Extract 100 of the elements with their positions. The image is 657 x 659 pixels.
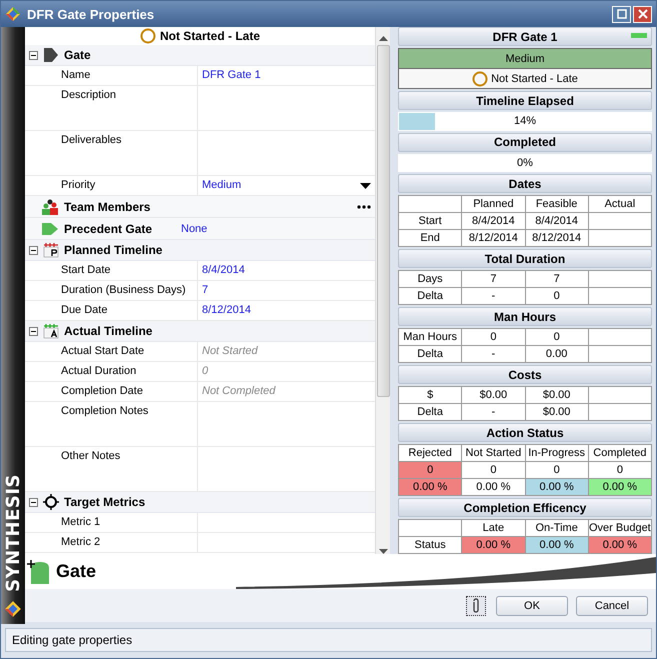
column-header: In-Progress bbox=[525, 444, 588, 462]
table-cell bbox=[588, 386, 652, 404]
category-label: Target Metrics bbox=[64, 495, 146, 509]
property-label: Completion Date bbox=[25, 382, 198, 401]
table-cell: 0.00 % bbox=[462, 536, 525, 554]
table-cell: $0.00 bbox=[525, 404, 588, 420]
table-cell: 0.00 % bbox=[398, 478, 462, 496]
column-header: Actual bbox=[588, 196, 652, 212]
table-cell: Man Hours bbox=[398, 328, 462, 346]
property-value-field[interactable]: Not Completed bbox=[198, 382, 375, 401]
category-label: Gate bbox=[64, 48, 91, 62]
column-header: Feasible bbox=[525, 196, 588, 212]
dialog-button[interactable]: OK bbox=[496, 596, 568, 616]
column-header: Rejected bbox=[398, 444, 462, 462]
section-title: Dates bbox=[508, 176, 542, 190]
scrollbar[interactable] bbox=[375, 27, 390, 554]
table-cell: 0 bbox=[462, 328, 525, 346]
table-cell: Days bbox=[398, 270, 462, 288]
property-value-field[interactable]: 8/4/2014 bbox=[198, 261, 375, 280]
property-label: Team Members bbox=[64, 200, 152, 214]
table-cell: 0 bbox=[525, 328, 588, 346]
table-cell: 0.00 % bbox=[588, 478, 652, 496]
app-logo-icon bbox=[5, 6, 21, 22]
maximize-button[interactable] bbox=[612, 6, 631, 22]
arrow-icon bbox=[41, 220, 59, 236]
table-cell: 0 bbox=[525, 288, 588, 304]
close-button[interactable] bbox=[633, 6, 652, 22]
attachment-button[interactable] bbox=[466, 596, 486, 616]
section-title: Costs bbox=[508, 368, 542, 382]
property-label: Metric 2 bbox=[25, 533, 198, 552]
table-cell: Delta bbox=[398, 404, 462, 420]
banner-title: Gate bbox=[56, 561, 96, 582]
close-icon bbox=[638, 9, 648, 19]
ellipsis-icon[interactable] bbox=[357, 204, 371, 208]
percent-reading: 0% bbox=[517, 156, 533, 169]
indicator-icon bbox=[631, 33, 647, 38]
section-title: Total Duration bbox=[484, 252, 566, 266]
property-label: Metric 1 bbox=[25, 513, 198, 532]
status-label: Not Started - Late bbox=[491, 72, 578, 84]
table-cell: Start bbox=[398, 212, 462, 230]
property-value-field[interactable]: 8/12/2014 bbox=[198, 301, 375, 320]
table-cell: 7 bbox=[462, 270, 525, 288]
property-value-field[interactable]: Medium bbox=[198, 176, 375, 195]
table-cell: Delta bbox=[398, 288, 462, 304]
collapse-toggle[interactable] bbox=[29, 326, 38, 336]
section-title: Timeline Elapsed bbox=[476, 94, 574, 108]
minus-icon bbox=[29, 326, 38, 336]
arrow-icon bbox=[43, 47, 59, 63]
property-label: Due Date bbox=[25, 301, 198, 320]
table-cell bbox=[588, 230, 652, 246]
paperclip-icon bbox=[471, 598, 481, 614]
scroll-up-icon bbox=[378, 35, 388, 41]
table-cell bbox=[588, 212, 652, 230]
table-cell: - bbox=[462, 404, 525, 420]
scroll-thumb[interactable] bbox=[376, 45, 390, 397]
dropdown-caret-icon bbox=[360, 183, 371, 189]
property-value: 8/4/2014 bbox=[202, 264, 245, 276]
property-value[interactable]: None bbox=[177, 222, 208, 234]
column-header: Not Started bbox=[462, 444, 525, 462]
priority-label: Medium bbox=[505, 52, 545, 64]
property-label: Start Date bbox=[25, 261, 198, 280]
property-label: Description bbox=[25, 86, 198, 130]
property-value-field[interactable]: 0 bbox=[198, 362, 375, 381]
table-cell: 0.00 % bbox=[588, 536, 652, 554]
status-text: Editing gate properties bbox=[12, 633, 132, 647]
table-cell: - bbox=[462, 288, 525, 304]
table-cell: 0.00 % bbox=[462, 478, 525, 496]
section-title: Action Status bbox=[486, 426, 564, 440]
collapse-toggle[interactable] bbox=[29, 50, 38, 60]
property-label: Duration (Business Days) bbox=[25, 281, 198, 300]
collapse-toggle[interactable] bbox=[29, 246, 38, 254]
window-title: DFR Gate Properties bbox=[27, 6, 156, 22]
property-label: Priority bbox=[25, 176, 198, 195]
dialog-button[interactable]: Cancel bbox=[576, 596, 648, 616]
maximize-icon bbox=[616, 9, 626, 19]
section-title: Completed bbox=[494, 135, 556, 149]
table-cell: 0 bbox=[462, 462, 525, 478]
property-value-field[interactable]: 7 bbox=[198, 281, 375, 300]
minus-icon bbox=[29, 50, 38, 60]
status-ring-icon bbox=[140, 28, 156, 44]
minus-icon bbox=[29, 246, 38, 254]
property-value-field[interactable]: DFR Gate 1 bbox=[198, 66, 375, 85]
property-label: Actual Duration bbox=[25, 362, 198, 381]
table-cell: 8/4/2014 bbox=[525, 212, 588, 230]
table-cell: - bbox=[462, 346, 525, 362]
table-cell bbox=[588, 270, 652, 288]
app-logo-icon bbox=[4, 600, 22, 618]
table-cell bbox=[588, 346, 652, 362]
table-cell: 0 bbox=[398, 462, 462, 478]
property-value-field[interactable]: Not Started bbox=[198, 342, 375, 361]
table-cell: $0.00 bbox=[525, 386, 588, 404]
table-cell: End bbox=[398, 230, 462, 246]
target-icon bbox=[43, 494, 59, 510]
property-value: 7 bbox=[202, 284, 208, 296]
section-title: Man Hours bbox=[494, 310, 556, 324]
table-cell: 0.00 % bbox=[525, 478, 588, 496]
property-value: Medium bbox=[202, 179, 242, 191]
people-icon bbox=[41, 198, 59, 214]
section-title: Completion Efficency bbox=[464, 500, 586, 514]
collapse-toggle[interactable] bbox=[29, 498, 38, 506]
